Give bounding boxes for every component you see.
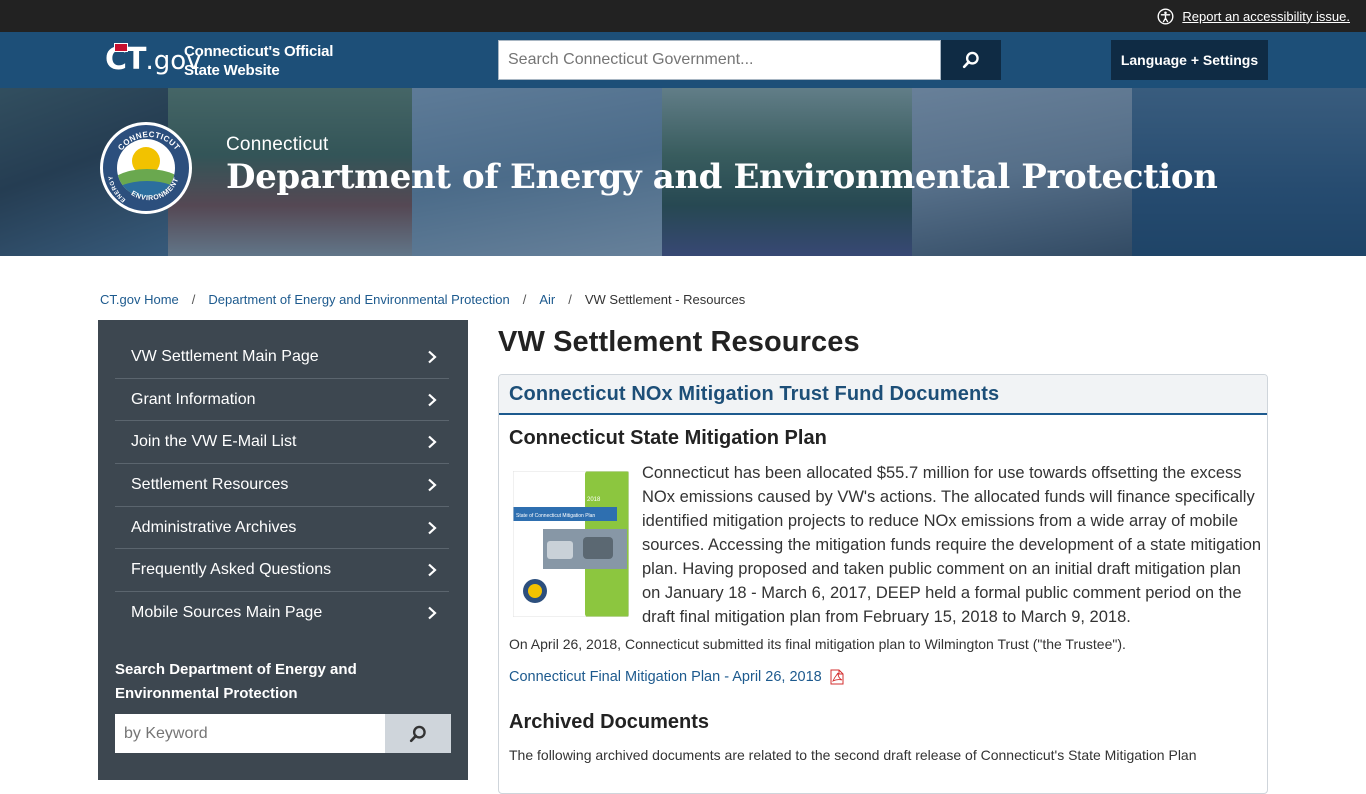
official-line-2: State Website: [184, 62, 280, 79]
accessibility-link[interactable]: Report an accessibility issue.: [1157, 8, 1350, 25]
deep-seal-logo: CONNECTICUT ENVIRONMENT ENERGY: [100, 122, 192, 214]
sidebar-item-label: Mobile Sources Main Page: [131, 604, 323, 622]
sidebar-item-label: Frequently Asked Questions: [131, 561, 332, 579]
chevron-right-icon: [428, 521, 437, 534]
sidebar-item-label: VW Settlement Main Page: [131, 347, 319, 365]
sidebar-item-label: Settlement Resources: [131, 475, 289, 493]
breadcrumb-air[interactable]: Air: [539, 292, 555, 307]
mitigation-plan-cover-image: State of Connecticut Mitigation Plan 201…: [512, 470, 630, 618]
page-title: VW Settlement Resources: [498, 326, 860, 358]
breadcrumb-ct-home[interactable]: CT.gov Home: [100, 292, 179, 307]
sidebar-item-label: Grant Information: [131, 390, 256, 408]
agency-search-button[interactable]: [385, 714, 451, 753]
archived-documents-description: The following archived documents are rel…: [509, 747, 1197, 763]
search-icon: [409, 725, 426, 742]
sidebar-item-administrative-archives[interactable]: Administrative Archives: [115, 507, 449, 550]
sidebar-item-grant-information[interactable]: Grant Information: [115, 379, 449, 422]
agency-banner: CONNECTICUT ENVIRONMENT ENERGY Connectic…: [0, 88, 1366, 256]
archived-documents-heading: Archived Documents: [509, 711, 710, 733]
agency-state: Connecticut: [226, 134, 329, 155]
documents-card: Connecticut NOx Mitigation Trust Fund Do…: [498, 374, 1268, 794]
chevron-right-icon: [428, 607, 437, 620]
chevron-right-icon: [428, 393, 437, 406]
breadcrumb-deep[interactable]: Department of Energy and Environmental P…: [208, 292, 509, 307]
sidebar-item-join-email-list[interactable]: Join the VW E-Mail List: [115, 421, 449, 465]
svg-text:CONNECTICUT: CONNECTICUT: [116, 130, 182, 152]
breadcrumb: CT.gov Home / Department of Energy and E…: [100, 292, 745, 307]
seal-bottom-text: ENVIRONMENT: [130, 177, 180, 203]
search-icon: [962, 51, 979, 69]
sidebar-item-faq[interactable]: Frequently Asked Questions: [115, 549, 449, 593]
sidebar-item-label: Administrative Archives: [131, 518, 297, 536]
utility-bar: Report an accessibility issue.: [0, 0, 1366, 32]
plan-description: Connecticut has been allocated $55.7 mil…: [642, 464, 1262, 626]
agency-search-input[interactable]: [115, 714, 385, 753]
agency-name: Department of Energy and Environmental P…: [226, 157, 1218, 197]
logo-flag-icon: [114, 43, 128, 52]
breadcrumb-current: VW Settlement - Resources: [584, 292, 746, 307]
svg-text:ENVIRONMENT: ENVIRONMENT: [130, 177, 181, 203]
breadcrumb-separator: /: [191, 292, 196, 307]
breadcrumb-separator: /: [522, 292, 527, 307]
cover-year-text: 2018: [587, 497, 601, 503]
cover-title-text: State of Connecticut Mitigation Plan: [516, 513, 595, 519]
breadcrumb-separator: /: [568, 292, 572, 307]
accessibility-link-label: Report an accessibility issue.: [1182, 8, 1350, 24]
site-header: CT.gov Connecticut's Official State Webs…: [0, 32, 1366, 88]
seal-ring-text: CONNECTICUT ENVIRONMENT ENERGY: [108, 130, 182, 203]
chevron-right-icon: [428, 563, 437, 577]
official-line-1: Connecticut's Official: [184, 43, 334, 60]
seal-left-text: ENERGY: [108, 175, 126, 203]
sidebar-item-mobile-sources[interactable]: Mobile Sources Main Page: [115, 592, 449, 635]
final-mitigation-plan-link-label: Connecticut Final Mitigation Plan - Apri…: [509, 669, 822, 685]
plan-submission-note: On April 26, 2018, Connecticut submitted…: [509, 636, 1126, 652]
pdf-icon: [830, 669, 844, 685]
chevron-right-icon: [428, 350, 437, 364]
site-search-button[interactable]: [941, 40, 1001, 80]
chevron-right-icon: [428, 478, 437, 492]
agency-search-title: Search Department of Energy and Environm…: [115, 661, 357, 702]
seal-top-text: CONNECTICUT: [116, 130, 181, 152]
chevron-right-icon: [428, 435, 437, 449]
accessibility-icon: [1157, 8, 1174, 24]
sidebar: VW Settlement Main Page Grant Informatio…: [98, 320, 468, 780]
final-mitigation-plan-link[interactable]: Connecticut Final Mitigation Plan - Apri…: [509, 669, 844, 685]
sidebar-item-vw-main-page[interactable]: VW Settlement Main Page: [115, 336, 449, 379]
card-title: Connecticut NOx Mitigation Trust Fund Do…: [509, 382, 1000, 405]
sidebar-nav: VW Settlement Main Page Grant Informatio…: [115, 336, 449, 635]
plan-cover-thumbnail: State of Connecticut Mitigation Plan 201…: [512, 470, 630, 618]
plan-heading: Connecticut State Mitigation Plan: [509, 427, 827, 449]
language-settings-button[interactable]: Language + Settings: [1111, 40, 1268, 80]
official-site-text: Connecticut's Official State Website: [184, 42, 333, 80]
site-search-input[interactable]: [498, 40, 941, 80]
sidebar-item-settlement-resources[interactable]: Settlement Resources: [115, 464, 449, 507]
svg-text:ENERGY: ENERGY: [108, 175, 127, 203]
sidebar-item-label: Join the VW E-Mail List: [131, 433, 297, 451]
card-header: Connecticut NOx Mitigation Trust Fund Do…: [499, 375, 1267, 415]
